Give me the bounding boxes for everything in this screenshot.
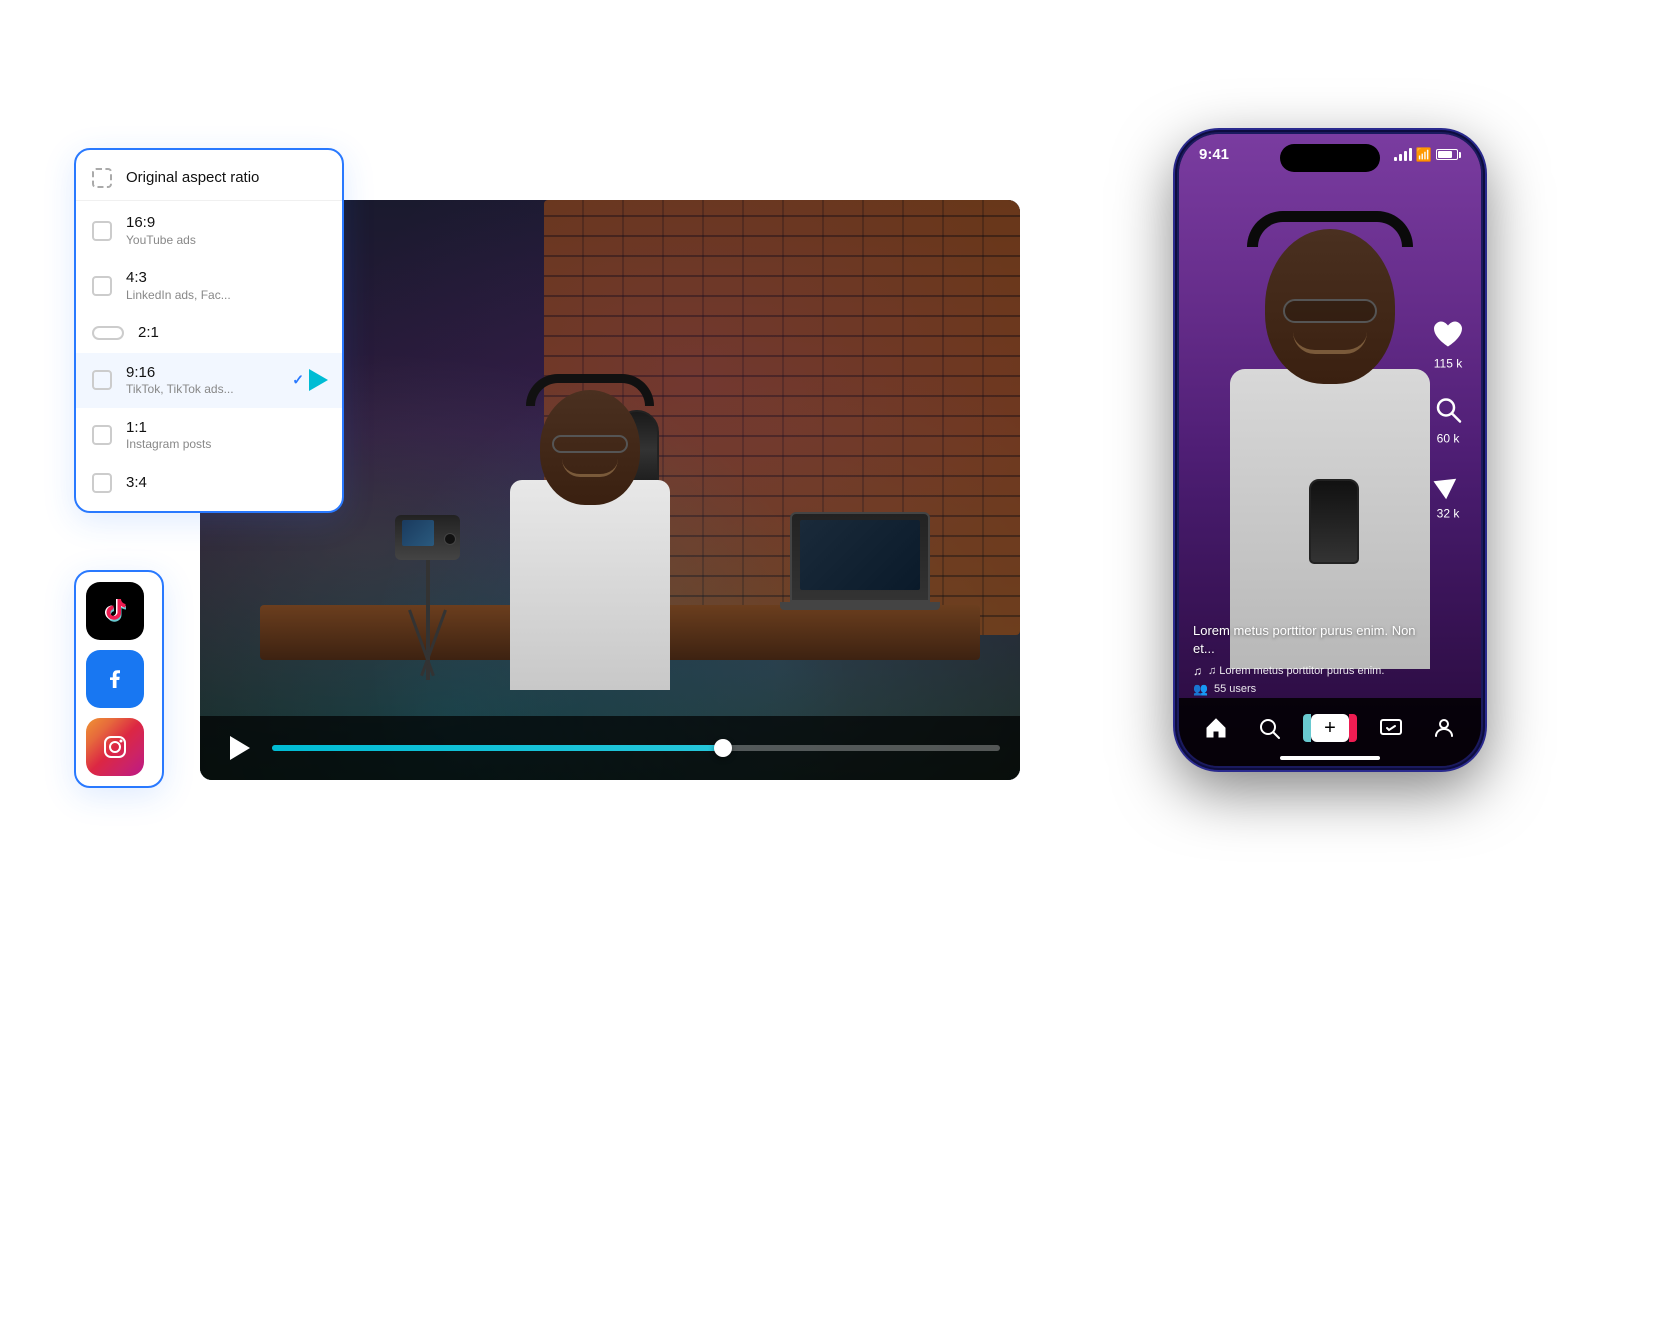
- play-icon: [230, 736, 250, 760]
- video-controls: [200, 716, 1020, 780]
- social-icon-facebook[interactable]: [86, 650, 144, 708]
- ar-ratio-3-4: 3:4: [126, 473, 147, 493]
- ar-subtitle-1-1: Instagram posts: [126, 437, 211, 453]
- nav-add[interactable]: +: [1311, 714, 1349, 742]
- comment-action[interactable]: 60 k: [1429, 391, 1467, 446]
- music-text: ♫ Lorem metus porttitor purus enim.: [1208, 665, 1384, 677]
- host-head: [540, 390, 640, 505]
- ar-checkbox-3-4: [92, 473, 112, 493]
- share-action[interactable]: 32 k: [1429, 466, 1467, 521]
- tiktok-bottom-info: Lorem metus porttitor purus enim. Non et…: [1193, 622, 1421, 696]
- wifi-icon: 📶: [1416, 147, 1432, 163]
- ar-play-icon-9-16: [309, 369, 328, 391]
- ar-checkbox-4-3: [92, 276, 112, 296]
- ar-label-original: Original aspect ratio: [126, 168, 259, 188]
- ar-item-original[interactable]: Original aspect ratio: [76, 158, 342, 198]
- like-action[interactable]: 115 k: [1429, 316, 1467, 371]
- ar-ratio-9-16: 9:16: [126, 363, 234, 383]
- phone-inner: 9:41 📶: [1179, 134, 1481, 766]
- ar-check-9-16: ✓: [292, 372, 304, 389]
- ar-label-16-9: 16:9 YouTube ads: [126, 213, 196, 248]
- ar-ratio-16-9: 16:9: [126, 213, 196, 233]
- ar-label-3-4: 3:4: [126, 473, 147, 493]
- like-icon: [1429, 316, 1467, 354]
- music-note-icon: ♫: [1193, 664, 1202, 678]
- aspect-ratio-panel: Original aspect ratio 16:9 YouTube ads 4…: [74, 148, 344, 513]
- home-bar: [1280, 756, 1380, 760]
- nav-profile[interactable]: [1432, 716, 1456, 740]
- social-icon-tiktok[interactable]: [86, 582, 144, 640]
- ar-ratio-4-3: 4:3: [126, 268, 231, 288]
- ar-item-4-3[interactable]: 4:3 LinkedIn ads, Fac...: [76, 258, 342, 313]
- ar-label-1-1: 1:1 Instagram posts: [126, 418, 211, 453]
- ar-subtitle-16-9: YouTube ads: [126, 233, 196, 249]
- ar-checkbox-original: [92, 168, 112, 188]
- social-panel: [74, 570, 164, 788]
- tiktok-caption: Lorem metus porttitor purus enim. Non et…: [1193, 622, 1421, 658]
- status-time: 9:41: [1199, 146, 1229, 163]
- ar-checkbox-1-1: [92, 425, 112, 445]
- ar-ratio-original: Original aspect ratio: [126, 168, 259, 188]
- host-torso-body: [510, 480, 670, 690]
- ar-label-4-3: 4:3 LinkedIn ads, Fac...: [126, 268, 231, 303]
- users-icon: 👥: [1193, 682, 1208, 696]
- laptop: [790, 512, 940, 610]
- camera-tripod: [395, 515, 460, 680]
- tiktok-actions: 115 k 60 k: [1429, 316, 1467, 521]
- social-icon-instagram[interactable]: [86, 718, 144, 776]
- ar-subtitle-9-16: TikTok, TikTok ads...: [126, 382, 234, 398]
- ar-item-2-1[interactable]: 2:1: [76, 313, 342, 353]
- users-count: 55 users: [1214, 683, 1256, 695]
- ar-item-16-9[interactable]: 16:9 YouTube ads: [76, 203, 342, 258]
- ar-item-9-16[interactable]: 9:16 TikTok, TikTok ads... ✓: [76, 353, 342, 408]
- ar-checkbox-9-16: [92, 370, 112, 390]
- share-icon: [1429, 466, 1467, 504]
- battery-icon: [1436, 149, 1461, 160]
- ar-label-2-1: 2:1: [138, 323, 159, 343]
- ar-item-1-1[interactable]: 1:1 Instagram posts: [76, 408, 342, 463]
- phone-mockup: 9:41 📶: [1175, 130, 1485, 770]
- nav-inbox[interactable]: [1379, 716, 1403, 740]
- search-icon: [1429, 391, 1467, 429]
- music-row: ♫ ♫ Lorem metus porttitor purus enim.: [1193, 664, 1421, 678]
- ar-checkbox-16-9: [92, 221, 112, 241]
- status-icons: 📶: [1394, 147, 1461, 163]
- share-count: 32 k: [1437, 507, 1460, 521]
- ar-ratio-1-1: 1:1: [126, 418, 211, 438]
- signal-bars-icon: [1394, 148, 1412, 161]
- ar-label-9-16: 9:16 TikTok, TikTok ads...: [126, 363, 234, 398]
- progress-bar-track[interactable]: [272, 745, 1000, 751]
- ar-item-3-4[interactable]: 3:4: [76, 463, 342, 503]
- nav-home[interactable]: [1204, 716, 1228, 740]
- nav-search[interactable]: [1257, 716, 1281, 740]
- comment-count: 60 k: [1437, 432, 1460, 446]
- progress-bar-fill: [272, 745, 723, 751]
- play-button[interactable]: [220, 730, 256, 766]
- ar-checkbox-2-1: [92, 326, 124, 340]
- progress-thumb[interactable]: [714, 739, 732, 757]
- users-row: 👥 55 users: [1193, 682, 1421, 696]
- phone-host-figure: [1200, 169, 1460, 324]
- like-count: 115 k: [1434, 357, 1462, 371]
- ar-subtitle-4-3: LinkedIn ads, Fac...: [126, 288, 231, 304]
- dynamic-island: [1280, 144, 1380, 172]
- ar-ratio-2-1: 2:1: [138, 323, 159, 343]
- phone-screen: 9:41 📶: [1179, 134, 1481, 766]
